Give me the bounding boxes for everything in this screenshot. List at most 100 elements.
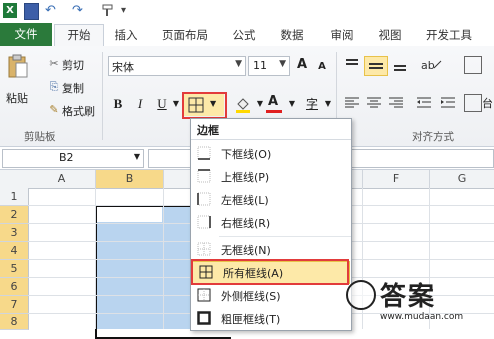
- phonetic-dropdown-icon[interactable]: ▼: [320, 96, 336, 112]
- tab-file[interactable]: 文件: [0, 23, 52, 46]
- save-icon[interactable]: [24, 3, 39, 20]
- increase-indent-icon[interactable]: [440, 96, 456, 110]
- no-border-icon: [197, 242, 211, 256]
- bold-button[interactable]: B: [110, 96, 126, 112]
- undo-icon[interactable]: ↶: [45, 3, 59, 18]
- select-all-corner[interactable]: [0, 170, 29, 189]
- decrease-indent-icon[interactable]: [416, 96, 432, 110]
- top-border-icon: [197, 169, 211, 183]
- align-middle-icon[interactable]: [364, 56, 388, 76]
- merge-label[interactable]: 台: [482, 95, 493, 111]
- redo-icon[interactable]: ↷: [72, 3, 86, 18]
- group-divider: [102, 52, 103, 140]
- borders-button-highlight: [182, 92, 227, 119]
- menu-divider: [191, 139, 351, 140]
- font-color-bar: [266, 110, 282, 113]
- phonetic-guide-button[interactable]: 字: [304, 96, 320, 112]
- customize-qat-icon[interactable]: ▾: [121, 3, 131, 18]
- wrap-text-icon[interactable]: [464, 56, 482, 74]
- right-border-icon: [197, 215, 211, 229]
- quick-access-toolbar: X ↶ ↷ ▾: [0, 0, 494, 22]
- chevron-down-icon: ▼: [279, 59, 286, 69]
- font-name-combobox[interactable]: 宋体 ▼: [108, 56, 246, 76]
- tab-developer[interactable]: 开发工具: [416, 25, 482, 45]
- tab-page-layout[interactable]: 页面布局: [150, 25, 220, 45]
- font-color-letter: A: [268, 94, 279, 109]
- menu-item-label: 外侧框线(S): [221, 290, 281, 303]
- paste-icon[interactable]: [7, 54, 29, 80]
- format-painter-qat-icon[interactable]: [100, 3, 116, 18]
- row-header-6[interactable]: 6: [0, 278, 29, 296]
- format-painter-icon[interactable]: ✎: [46, 102, 62, 118]
- align-center-icon[interactable]: [366, 96, 382, 110]
- row-header-1[interactable]: 1: [0, 188, 29, 206]
- column-header-b[interactable]: B: [96, 170, 164, 189]
- svg-text:ab: ab: [421, 59, 435, 72]
- menu-item-label: 下框线(O): [221, 148, 272, 161]
- fill-color-icon[interactable]: [234, 96, 254, 114]
- paste-button[interactable]: 粘贴: [6, 90, 28, 106]
- cut-icon[interactable]: ✂: [46, 56, 62, 72]
- column-header-g[interactable]: G: [430, 170, 494, 189]
- tab-home[interactable]: 开始: [54, 24, 104, 47]
- menu-title: 边框: [197, 124, 219, 137]
- menu-item-outside-borders[interactable]: 外侧框线(S): [191, 285, 351, 306]
- font-color-button[interactable]: A: [264, 94, 284, 114]
- font-color-dropdown-icon[interactable]: ▼: [284, 96, 300, 112]
- orientation-icon[interactable]: ab: [420, 56, 444, 74]
- left-border-icon: [197, 192, 211, 206]
- tab-formulas[interactable]: 公式: [224, 25, 264, 45]
- chevron-down-icon: ▼: [133, 152, 140, 161]
- format-painter-button[interactable]: 格式刷: [62, 103, 95, 119]
- menu-item-left-border[interactable]: 左框线(L): [191, 189, 351, 210]
- clipboard-group-label: 剪贴板: [24, 131, 56, 143]
- column-header-f[interactable]: F: [363, 170, 430, 189]
- menu-item-top-border[interactable]: 上框线(P): [191, 166, 351, 187]
- tab-review[interactable]: 审阅: [322, 25, 362, 45]
- row-header-8[interactable]: 8: [0, 314, 29, 330]
- menu-item-bottom-border[interactable]: 下框线(O): [191, 143, 351, 164]
- row-header-2[interactable]: 2: [0, 206, 29, 224]
- row-header-4[interactable]: 4: [0, 242, 29, 260]
- borders-menu: 边框 下框线(O) 上框线(P) 左框线(L) 右框线(R) 无框线(N) 所有…: [190, 118, 352, 331]
- align-bottom-icon[interactable]: [392, 58, 408, 72]
- align-right-icon[interactable]: [388, 96, 404, 110]
- tab-insert[interactable]: 插入: [106, 25, 146, 45]
- watermark-site-name: 答案: [380, 282, 437, 312]
- italic-button[interactable]: I: [132, 96, 148, 112]
- name-box-value: B2: [59, 151, 74, 164]
- alignment-group-label: 对齐方式: [412, 131, 454, 143]
- menu-item-thick-box-border[interactable]: 粗匣框线(T): [191, 308, 351, 329]
- row-header-3[interactable]: 3: [0, 224, 29, 242]
- chevron-down-icon: ▼: [235, 59, 242, 69]
- cut-button[interactable]: 剪切: [62, 57, 84, 73]
- tab-view[interactable]: 视图: [370, 25, 410, 45]
- watermark-logo-icon: [346, 280, 376, 310]
- align-top-icon[interactable]: [344, 58, 360, 72]
- align-left-icon[interactable]: [344, 96, 360, 110]
- menu-item-right-border[interactable]: 右框线(R): [191, 212, 351, 233]
- menu-item-no-border[interactable]: 无框线(N): [191, 239, 351, 260]
- grow-font-button[interactable]: A: [294, 57, 310, 73]
- copy-icon[interactable]: ⎘: [46, 79, 62, 95]
- merge-center-icon[interactable]: [464, 94, 482, 112]
- font-size-combobox[interactable]: 11 ▼: [248, 56, 290, 76]
- copy-button[interactable]: 复制: [62, 80, 84, 96]
- font-size-value: 11: [253, 59, 267, 72]
- grid-line: [163, 188, 164, 329]
- menu-divider: [219, 236, 351, 237]
- font-name-value: 宋体: [112, 61, 134, 74]
- row-header-7[interactable]: 7: [0, 296, 29, 314]
- tab-data[interactable]: 数据: [272, 25, 312, 45]
- row-header-5[interactable]: 5: [0, 260, 29, 278]
- ribbon-tabs: 文件 开始 插入 页面布局 公式 数据 审阅 视图 开发工具: [0, 22, 494, 47]
- all-borders-highlight: [191, 259, 349, 285]
- shrink-font-button[interactable]: A: [314, 59, 330, 75]
- outside-borders-icon: [197, 288, 211, 302]
- bottom-border-icon: [197, 146, 211, 160]
- menu-item-label: 粗匣框线(T): [221, 313, 281, 326]
- name-box[interactable]: B2 ▼: [2, 149, 144, 168]
- menu-item-label: 上框线(P): [221, 171, 270, 184]
- column-header-a[interactable]: A: [28, 170, 96, 189]
- grid-line: [95, 188, 96, 329]
